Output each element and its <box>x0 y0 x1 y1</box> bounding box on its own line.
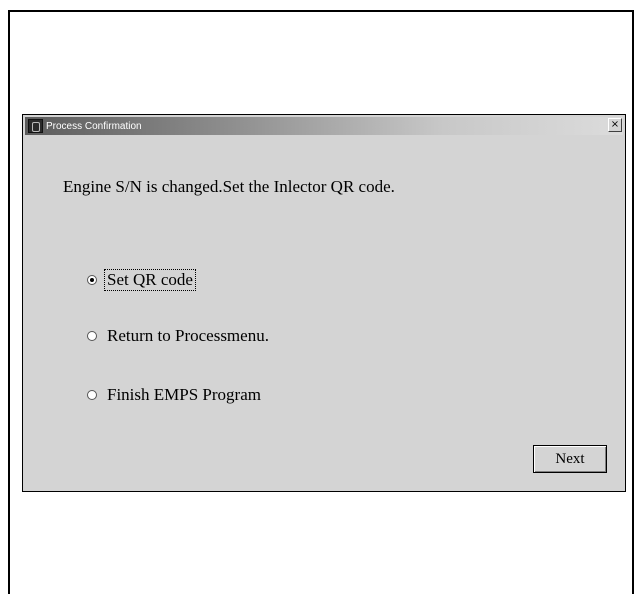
close-icon[interactable]: × <box>608 118 622 132</box>
radio-button-selected[interactable] <box>87 275 97 285</box>
radio-button[interactable] <box>87 390 97 400</box>
option-label[interactable]: Finish EMPS Program <box>104 385 264 405</box>
title-bar[interactable]: Process Confirmation × <box>25 117 623 135</box>
message-text: Engine S/N is changed.Set the Inlector Q… <box>63 177 395 196</box>
option-label[interactable]: Return to Processmenu. <box>104 326 272 346</box>
next-button[interactable]: Next <box>533 445 607 473</box>
option-set-qr-code[interactable]: Set QR code <box>87 269 196 291</box>
app-icon <box>28 119 43 133</box>
radio-button[interactable] <box>87 331 97 341</box>
option-return-to-processmenu[interactable]: Return to Processmenu. <box>87 326 272 346</box>
option-label[interactable]: Set QR code <box>104 269 196 291</box>
process-confirmation-dialog: Process Confirmation × Engine S/N is cha… <box>22 114 626 492</box>
window-title: Process Confirmation <box>46 120 142 132</box>
option-finish-emps-program[interactable]: Finish EMPS Program <box>87 385 264 405</box>
